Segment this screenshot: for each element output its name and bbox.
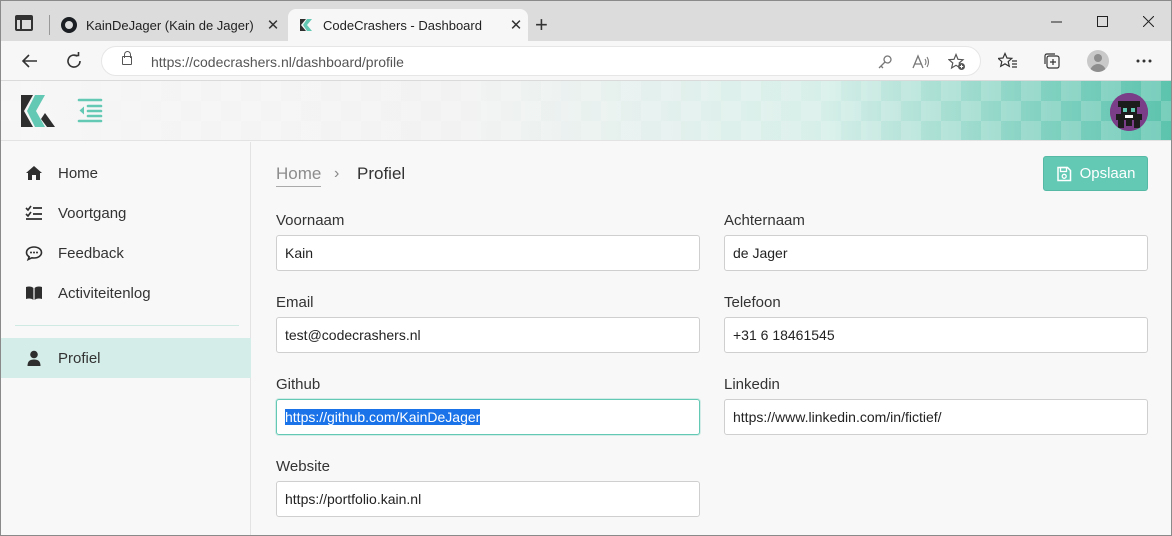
sidebar-collapse-icon[interactable] (77, 97, 103, 123)
codecrashers-logo[interactable] (19, 93, 57, 129)
breadcrumb-chevron-icon: › (334, 165, 340, 182)
telefoon-input[interactable] (724, 317, 1148, 353)
back-button[interactable] (19, 50, 41, 72)
key-icon[interactable] (876, 53, 894, 71)
website-label: Website (276, 458, 330, 475)
voornaam-label: Voornaam (276, 212, 345, 229)
app-header (1, 81, 1171, 141)
tab-github[interactable]: KainDeJager (Kain de Jager) ✕ (57, 9, 285, 41)
github-input[interactable] (276, 399, 700, 435)
close-icon[interactable]: ✕ (261, 16, 285, 34)
tab-actions-icon[interactable] (15, 15, 33, 31)
user-avatar[interactable] (1110, 93, 1148, 131)
book-icon (25, 284, 43, 302)
main-content: Home › Profiel Opslaan Voornaam Achterna… (252, 142, 1171, 535)
close-icon (1142, 15, 1154, 27)
achternaam-label: Achternaam (724, 212, 805, 229)
email-label: Email (276, 294, 314, 311)
favorites-button[interactable] (997, 50, 1019, 72)
back-arrow-icon (21, 54, 37, 68)
sidebar-item-label: Voortgang (58, 204, 127, 222)
lock-icon[interactable] (122, 51, 132, 65)
sidebar: Home Voortgang Feedback Activiteitenlog (1, 142, 251, 535)
user-icon (25, 349, 43, 367)
browser-profile-avatar[interactable] (1087, 50, 1109, 72)
page-title: Profiel (357, 164, 406, 183)
settings-more-button[interactable] (1133, 50, 1155, 72)
pixel-avatar-icon (1110, 93, 1148, 131)
progress-list-icon (25, 204, 43, 222)
tab-title: CodeCrashers - Dashboard (323, 17, 482, 33)
refresh-icon (67, 52, 81, 68)
tab-codecrashers[interactable]: CodeCrashers - Dashboard ✕ (288, 9, 528, 41)
save-button-label: Opslaan (1079, 165, 1136, 182)
sidebar-item-home[interactable]: Home (1, 153, 251, 193)
refresh-button[interactable] (63, 50, 85, 72)
sidebar-item-label: Feedback (58, 244, 124, 262)
window-controls (1033, 1, 1171, 41)
email-input[interactable] (276, 317, 700, 353)
sidebar-item-label: Home (58, 164, 99, 182)
tab-title: KainDeJager (Kain de Jager) (86, 17, 254, 33)
close-icon[interactable]: ✕ (504, 16, 528, 34)
sidebar-item-voortgang[interactable]: Voortgang (1, 193, 251, 233)
collections-icon (1044, 53, 1060, 69)
floppy-disk-icon (1056, 166, 1071, 181)
tab-separator (49, 15, 50, 35)
collections-button[interactable] (1041, 50, 1063, 72)
new-tab-button[interactable]: + (535, 13, 548, 37)
add-favorite-icon[interactable] (948, 53, 966, 71)
minimize-button[interactable] (1033, 1, 1079, 41)
sidebar-item-feedback[interactable]: Feedback (1, 233, 251, 273)
sidebar-item-label: Activiteitenlog (58, 284, 151, 302)
voornaam-input[interactable] (276, 235, 700, 271)
close-window-button[interactable] (1125, 1, 1171, 41)
url-bar[interactable]: https://codecrashers.nl/dashboard/profil… (101, 46, 981, 76)
url-text[interactable]: https://codecrashers.nl/dashboard/profil… (151, 54, 404, 70)
chat-icon (25, 244, 43, 262)
linkedin-label: Linkedin (724, 376, 780, 393)
favorites-icon (998, 52, 1017, 68)
github-label: Github (276, 376, 321, 393)
sidebar-item-profiel[interactable]: Profiel (1, 338, 251, 378)
codecrashers-icon (300, 19, 312, 31)
maximize-button[interactable] (1079, 1, 1125, 41)
sidebar-item-activiteitenlog[interactable]: Activiteitenlog (1, 273, 251, 313)
browser-window: KainDeJager (Kain de Jager) ✕ CodeCrashe… (0, 0, 1172, 536)
header-pattern (1, 81, 1171, 140)
breadcrumb-home-link[interactable]: Home (276, 164, 322, 187)
read-aloud-icon[interactable] (912, 53, 930, 71)
website-input[interactable] (276, 481, 700, 517)
more-dots-icon (1136, 59, 1152, 63)
home-icon (25, 164, 43, 182)
github-icon (61, 17, 77, 33)
telefoon-label: Telefoon (724, 294, 781, 311)
sidebar-item-label: Profiel (58, 349, 101, 367)
minimize-icon (1050, 21, 1062, 22)
achternaam-input[interactable] (724, 235, 1148, 271)
address-bar-row: https://codecrashers.nl/dashboard/profil… (1, 41, 1171, 81)
linkedin-input[interactable] (724, 399, 1148, 435)
maximize-icon (1096, 15, 1108, 27)
save-button[interactable]: Opslaan (1043, 156, 1148, 191)
tab-strip: KainDeJager (Kain de Jager) ✕ CodeCrashe… (1, 1, 1171, 41)
sidebar-divider (15, 325, 239, 326)
